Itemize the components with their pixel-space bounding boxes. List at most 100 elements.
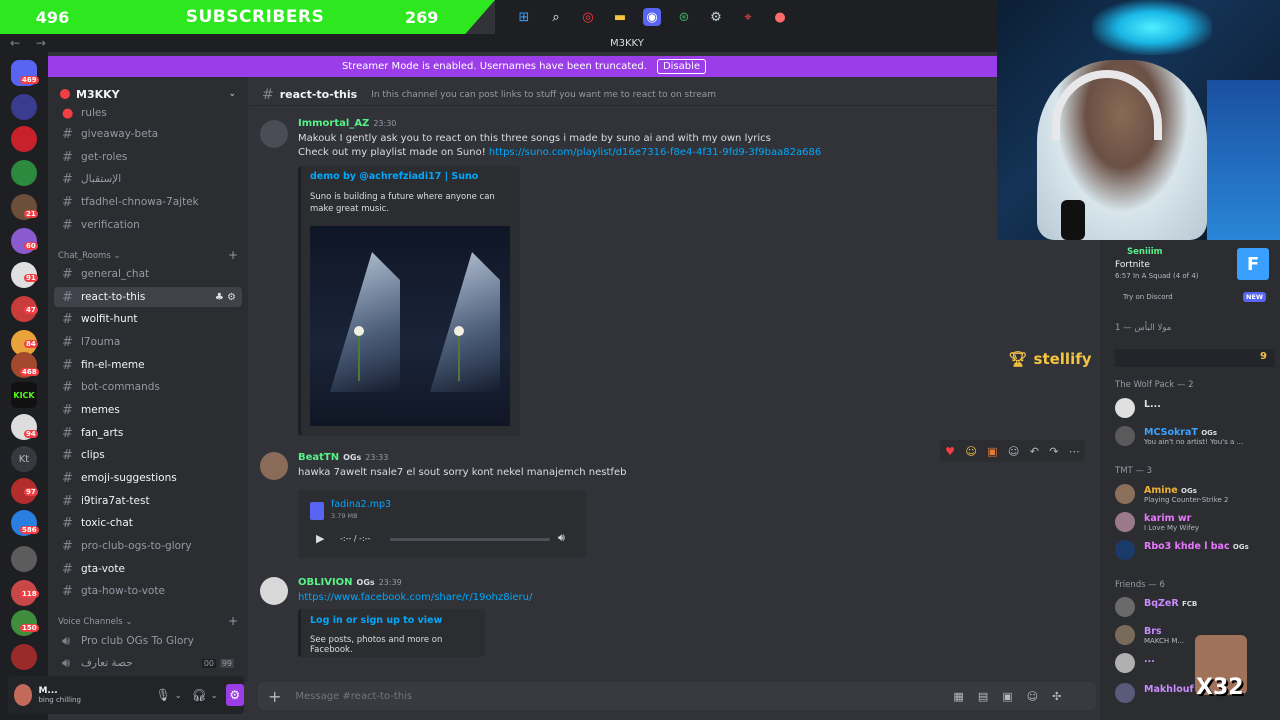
channel-fin-el-meme[interactable]: # fin-el-meme [54,355,242,375]
embed-image[interactable] [310,226,510,426]
server-icon[interactable] [11,546,37,572]
server-icon[interactable] [11,610,37,636]
message-link[interactable]: https://www.facebook.com/share/r/19ohz8i… [298,592,532,603]
window-title: M3KKY [610,37,644,49]
reply-icon[interactable]: ↶ [1030,445,1039,458]
channel-wolfit-hunt[interactable]: # wolfit-hunt [54,309,242,329]
new-badge: NEW [1243,292,1267,302]
disable-streamer-button[interactable]: Disable [656,59,707,74]
discord-icon[interactable]: ◉ [643,8,661,26]
xbox-icon[interactable]: ⊛ [675,8,693,26]
settings-gear-icon[interactable]: ⚙ [225,684,244,706]
member-item[interactable]: Rbo3 khde l bac OGs [1115,540,1280,562]
channel-emoji-suggestions[interactable]: # emoji-suggestions [54,468,242,488]
add-reaction-icon[interactable]: ☺ [1008,445,1019,458]
message-author[interactable]: Immortal_AZ 23:30 [298,118,396,129]
member-item[interactable]: BqZeR FCB [1115,597,1280,619]
microphone-icon[interactable]: 🎙︎ [156,688,171,702]
file-explorer-icon[interactable]: ▬ [611,8,629,26]
category-voice[interactable]: Voice Channels ⌄ + [58,614,238,628]
channel-pro-club[interactable]: # pro-club-ogs-to-glory [54,536,242,556]
search-icon[interactable]: ⌕ [547,8,565,26]
rail-badge: 21 [24,210,38,218]
apps-icon[interactable]: ✣ [1052,690,1061,703]
reaction-icon[interactable]: ▣ [987,445,997,458]
channel-giveaway[interactable]: # giveaway-beta [54,124,242,144]
subscriber-count-right: 269 [405,7,439,27]
windows-start-icon[interactable]: ⊞ [515,8,533,26]
stellify-overlay: 🏆︎ stellify [1000,346,1100,372]
channel-l7ouma[interactable]: # l7ouma [54,332,242,352]
file-name[interactable]: fadina2.mp3 [331,499,391,510]
channel-toxic-chat[interactable]: # toxic-chat [54,513,242,533]
headphones-icon[interactable]: 🎧︎ [192,688,207,702]
server-icon[interactable] [11,94,37,120]
nav-arrows[interactable]: ← → [10,36,52,50]
channel-gta-how-to-vote[interactable]: # gta-how-to-vote [54,581,242,601]
sticker-icon[interactable]: ▣ [1002,690,1012,703]
channel-react-to-this[interactable]: # react-to-this ♣ ⚙ [54,287,242,307]
laugh-reaction-icon[interactable]: ☺ [965,445,976,458]
hash-icon: # [62,538,73,554]
kick-server-icon[interactable]: KICK [11,382,37,408]
embed-title[interactable]: demo by @achrefziadi17 | Suno [310,171,478,182]
channel-clips[interactable]: # clips [54,445,242,465]
gift-icon[interactable]: ▦ [953,690,963,703]
hash-icon: # [62,149,73,165]
server-header[interactable]: M3KKY ⌄ [48,85,248,103]
member-item[interactable]: MCSokraT OGs You ain't no artist! You's a… [1115,426,1280,448]
gif-icon[interactable]: ▤ [978,690,988,703]
chevron-down-icon[interactable]: ⌄ [211,691,218,700]
channel-get-roles[interactable]: # get-roles [54,147,242,167]
forward-icon[interactable]: ↷ [1049,445,1058,458]
channel-fan-arts[interactable]: # fan_arts [54,423,242,443]
play-icon[interactable]: ▶ [316,532,324,545]
steam-icon[interactable]: ⚙ [707,8,725,26]
member-item[interactable]: Amine OGs Playing Counter-Strike 2 [1115,484,1280,506]
channel-memes[interactable]: # memes [54,400,242,420]
heart-reaction-icon[interactable]: ♥ [945,445,955,458]
channel-i9tira7at-test[interactable]: # i9tira7at-test [54,491,242,511]
voice-channel-pro-club[interactable]: 🔊︎ Pro club OGs To Glory [54,631,242,651]
server-icon[interactable] [11,126,37,152]
opera-icon[interactable]: ◎ [579,8,597,26]
avatar[interactable] [260,452,288,480]
message-author[interactable]: OBLIVION OGs 23:39 [298,577,402,588]
channel-welcome[interactable]: # الإستقبال [54,169,242,189]
member-item[interactable]: karim wr I Love My Wifey [1115,512,1280,534]
avatar[interactable] [260,577,288,605]
add-channel-icon[interactable]: + [228,614,238,628]
avatar[interactable] [260,120,288,148]
server-icon[interactable] [11,644,37,670]
more-icon[interactable]: ⋯ [1069,445,1080,458]
message-input[interactable] [295,690,936,702]
channel-verification[interactable]: # verification [54,215,242,235]
activity-cta[interactable]: Try on Discord [1123,293,1173,301]
embed-title[interactable]: Log in or sign up to view [310,615,442,626]
member-list: Seniiim Fortnite 6:57 In A Squad (4 of 4… [1100,240,1280,720]
channel-gta-vote[interactable]: # gta-vote [54,559,242,579]
app-icon[interactable]: ● [771,8,789,26]
audio-progress-bar[interactable] [390,538,550,541]
invite-settings-icons[interactable]: ♣ ⚙ [215,292,236,303]
channel-bot-commands[interactable]: # bot-commands [54,377,242,397]
emoji-icon[interactable]: ☺ [1027,690,1038,703]
server-icon[interactable] [11,160,37,186]
channel-tfadhel[interactable]: # tfadhel-chnowa-7ajtek [54,192,242,212]
voice-channel-hessa[interactable]: 🔊︎ حصة تعارف 00 99 [54,653,242,673]
category-chat-rooms[interactable]: Chat_Rooms ⌄ + [58,248,238,262]
channel-rules[interactable]: ● rules [54,103,242,123]
member-item[interactable]: L... [1115,398,1280,420]
server-icon[interactable] [11,228,37,254]
location-icon[interactable]: ⌖ [739,8,757,26]
add-attachment-icon[interactable]: + [268,687,281,706]
volume-icon[interactable]: 🔊︎ [558,531,565,545]
chevron-down-icon[interactable]: ⌄ [175,691,182,700]
channel-general-chat[interactable]: # general_chat [54,264,242,284]
avatar[interactable] [14,684,33,706]
add-channel-icon[interactable]: + [228,248,238,262]
server-icon[interactable]: Kt [11,446,37,472]
message-link[interactable]: https://suno.com/playlist/d16e7316-f8e4-… [489,147,821,158]
activity-card[interactable]: Seniiim Fortnite 6:57 In A Squad (4 of 4… [1115,246,1273,306]
message-author[interactable]: BeatTN OGs 23:33 [298,452,388,463]
